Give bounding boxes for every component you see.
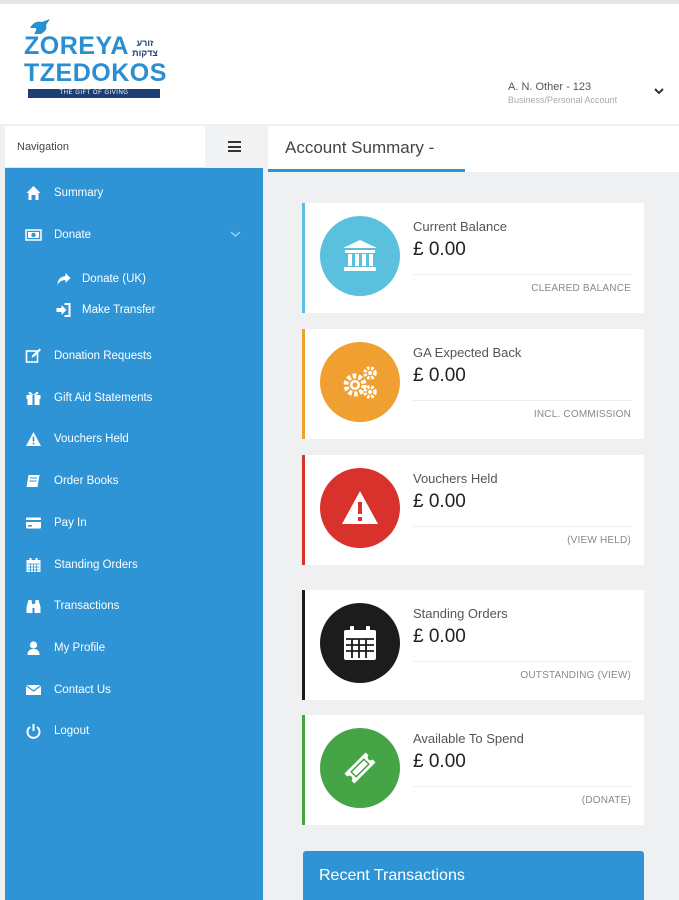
account-type: Business/Personal Account — [508, 95, 618, 105]
sidebar-item-label: Order Books — [54, 475, 119, 487]
power-icon — [26, 724, 41, 739]
title-underline — [268, 169, 465, 172]
sidebar-item-label: Donation Requests — [54, 350, 152, 362]
current-balance-card: Current Balance £ 0.00 CLEARED BALANCE — [302, 203, 644, 313]
recent-transactions-title: Recent Transactions — [319, 867, 465, 884]
card-value: £ 0.00 — [413, 626, 466, 647]
card-divider — [413, 274, 633, 275]
gears-icon — [343, 366, 377, 399]
card-icon-circle — [320, 342, 400, 422]
recent-transactions-panel: Recent Transactions — [303, 851, 644, 900]
page-title-bar: Account Summary - — [268, 126, 679, 172]
sign-in-icon — [56, 303, 71, 317]
card-value: £ 0.00 — [413, 491, 466, 512]
card-value: £ 0.00 — [413, 365, 466, 386]
card-icon-circle — [320, 468, 400, 548]
edit-icon — [25, 348, 41, 363]
ticket-icon — [344, 752, 376, 784]
sidebar-item-label: Standing Orders — [54, 559, 138, 571]
user-icon — [27, 641, 40, 655]
page-title: Account Summary - — [285, 138, 435, 157]
standing-orders-card: Standing Orders £ 0.00 OUTSTANDING (VIEW… — [302, 590, 644, 700]
site-logo[interactable]: ZOREYA זורע צדקות TZEDOKOS THE GIFT OF G… — [24, 18, 167, 102]
navigation-bar: Navigation — [5, 126, 263, 168]
sidebar: Summary Donate Donate (UK) Make Transfer… — [5, 168, 263, 900]
sidebar-item-contact-us[interactable]: Contact Us — [5, 675, 263, 705]
sidebar-item-label: Donate — [54, 229, 92, 241]
user-name: A. N. Other - 123 — [508, 81, 592, 93]
donate-link[interactable]: (DONATE) — [582, 795, 631, 806]
sidebar-item-label: Summary — [54, 187, 104, 199]
header: ZOREYA זורע צדקות TZEDOKOS THE GIFT OF G… — [0, 0, 679, 124]
sidebar-item-summary[interactable]: Summary — [5, 178, 263, 208]
sidebar-item-standing-orders[interactable]: Standing Orders — [5, 550, 263, 580]
card-label: Vouchers Held — [413, 471, 498, 486]
card-label: GA Expected Back — [413, 345, 522, 360]
sidebar-item-vouchers-held[interactable]: Vouchers Held — [5, 424, 263, 454]
card-icon-circle — [320, 216, 400, 296]
bank-icon — [343, 240, 377, 271]
warning-icon — [26, 432, 41, 446]
card-divider — [413, 526, 633, 527]
sidebar-item-label: Donate (UK) — [82, 273, 146, 285]
card-value: £ 0.00 — [413, 239, 466, 260]
card-label: Current Balance — [413, 219, 507, 234]
sidebar-item-make-transfer[interactable]: Make Transfer — [5, 295, 263, 325]
home-icon — [26, 186, 41, 200]
card-label: Available To Spend — [413, 731, 524, 746]
credit-card-icon — [26, 517, 41, 529]
view-held-link[interactable]: (VIEW HELD) — [567, 535, 631, 546]
available-to-spend-card: Available To Spend £ 0.00 (DONATE) — [302, 715, 644, 825]
sidebar-item-label: Gift Aid Statements — [54, 392, 153, 404]
hamburger-icon — [228, 141, 241, 152]
book-icon — [26, 475, 40, 487]
card-divider — [413, 400, 633, 401]
card-footer: INCL. COMMISSION — [533, 409, 631, 420]
sidebar-item-order-books[interactable]: Order Books — [5, 466, 263, 496]
calendar-icon — [26, 558, 41, 572]
user-account-menu[interactable]: A. N. Other - 123 Business/Personal Acco… — [508, 81, 617, 105]
share-arrow-icon — [57, 273, 71, 285]
card-value: £ 0.00 — [413, 751, 466, 772]
calendar-icon — [344, 626, 376, 660]
sidebar-item-label: Vouchers Held — [54, 433, 129, 445]
sidebar-item-donate-uk[interactable]: Donate (UK) — [5, 264, 263, 294]
sidebar-item-pay-in[interactable]: Pay In — [5, 508, 263, 538]
vouchers-held-card: Vouchers Held £ 0.00 (VIEW HELD) — [302, 455, 644, 565]
sidebar-item-my-profile[interactable]: My Profile — [5, 633, 263, 663]
logo-line2: TZEDOKOS — [24, 59, 167, 87]
logo-hebrew: זורע צדקות — [132, 38, 158, 58]
chevron-down-icon[interactable] — [652, 84, 666, 98]
sidebar-item-label: Pay In — [54, 517, 87, 529]
sidebar-item-label: Transactions — [54, 600, 120, 612]
logo-tagline: THE GIFT OF GIVING — [28, 89, 160, 98]
chevron-down-icon — [230, 231, 241, 237]
sidebar-item-label: Make Transfer — [82, 304, 156, 316]
card-icon-circle — [320, 728, 400, 808]
sidebar-item-logout[interactable]: Logout — [5, 716, 263, 746]
card-icon-circle — [320, 603, 400, 683]
gift-icon — [26, 391, 41, 405]
sidebar-item-label: Logout — [54, 725, 90, 737]
binoculars-icon — [26, 600, 41, 613]
card-divider — [413, 786, 633, 787]
sidebar-item-label: Contact Us — [54, 684, 111, 696]
sidebar-item-label: My Profile — [54, 642, 106, 654]
card-divider — [413, 661, 633, 662]
sidebar-item-donation-requests[interactable]: Donation Requests — [5, 341, 263, 371]
envelope-icon — [25, 684, 42, 695]
navigation-label: Navigation — [17, 141, 69, 153]
outstanding-view-link[interactable]: OUTSTANDING (VIEW) — [520, 670, 631, 681]
warning-icon — [342, 491, 378, 524]
logo-line1: ZOREYA — [24, 32, 129, 60]
money-icon — [25, 229, 42, 241]
sidebar-item-donate[interactable]: Donate — [5, 220, 263, 250]
sidebar-item-gift-aid-statements[interactable]: Gift Aid Statements — [5, 383, 263, 413]
card-footer: CLEARED BALANCE — [531, 283, 631, 294]
sidebar-item-transactions[interactable]: Transactions — [5, 591, 263, 621]
ga-expected-back-card: GA Expected Back £ 0.00 INCL. COMMISSION — [302, 329, 644, 439]
menu-toggle-button[interactable] — [205, 126, 263, 168]
card-label: Standing Orders — [413, 606, 508, 621]
